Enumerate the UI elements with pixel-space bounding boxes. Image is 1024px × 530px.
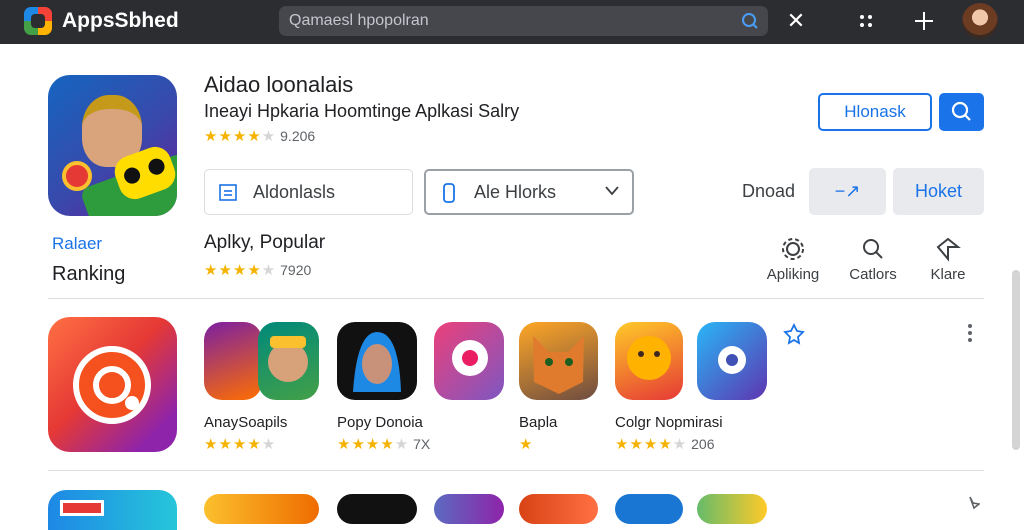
app-name: Colgr Nopmirasi <box>615 414 723 431</box>
install-button[interactable]: Hlonask <box>818 93 932 131</box>
app-icon-large[interactable] <box>48 317 177 452</box>
popular-title: Aplky, Popular <box>204 232 326 253</box>
featured-app-title: Aidao loonalais <box>204 72 354 97</box>
divider <box>48 470 984 471</box>
rating-value: 9.206 <box>280 128 316 144</box>
app-logo-icon[interactable] <box>24 7 52 35</box>
action-settings[interactable]: Apliking <box>758 236 828 283</box>
app-icon-row2-4[interactable] <box>519 494 598 524</box>
star-rating-icon: ★ <box>519 436 534 453</box>
action-label: Catlors <box>849 266 897 283</box>
app-title: AppsSbhed <box>62 9 179 32</box>
document-icon <box>219 184 237 201</box>
apps-grid-icon[interactable] <box>853 8 879 34</box>
featured-rating: ★★★★★ 9.206 <box>204 127 315 145</box>
badge-icon[interactable] <box>783 323 805 345</box>
app-rating: ★ <box>519 435 533 453</box>
phone-icon <box>443 183 455 203</box>
settings-icon <box>782 238 804 260</box>
rating-value: 7920 <box>280 262 312 278</box>
app-icon-row2-5[interactable] <box>615 494 683 524</box>
star-rating-icon: ★★★★★ <box>204 262 277 279</box>
app-icon-row2-2[interactable] <box>337 494 417 524</box>
app-icon-2[interactable] <box>337 322 417 400</box>
hoket-button[interactable]: Hoket <box>893 168 984 215</box>
star-rating-icon: ★★★★★ <box>204 128 277 145</box>
scrollbar[interactable] <box>1012 270 1020 450</box>
close-icon[interactable]: ✕ <box>783 8 809 34</box>
works-dropdown-label: Ale Hlorks <box>474 182 557 202</box>
search-placeholder: Qamaesl hpopolran <box>289 12 429 29</box>
sidebar-label-ranking[interactable]: Ranking <box>52 263 125 286</box>
app-name: Popy Donoia <box>337 414 423 431</box>
add-icon[interactable] <box>911 8 937 34</box>
featured-app-icon[interactable] <box>48 75 177 216</box>
app-icon-5b[interactable] <box>697 322 767 400</box>
app-icon-4[interactable] <box>519 322 598 400</box>
action-label: Apliking <box>766 266 820 283</box>
app-name: Bapla <box>519 414 558 431</box>
search-input[interactable]: Qamaesl hpopolran <box>279 6 768 36</box>
chevron-down-icon <box>605 186 619 196</box>
star-rating-icon: ★★★★★ <box>204 436 277 453</box>
action-label: Klare <box>930 266 966 283</box>
app-icon-row2-large[interactable] <box>48 490 177 530</box>
action-share[interactable]: Klare <box>913 236 983 283</box>
search-button[interactable] <box>939 93 984 131</box>
app-rating: ★★★★★ <box>204 435 276 453</box>
divider <box>48 298 984 299</box>
star-rating-icon: ★★★★★ <box>337 436 410 453</box>
popular-rating: ★★★★★ 7920 <box>204 261 311 279</box>
app-icon-1a[interactable] <box>204 322 262 400</box>
sidebar-label-top[interactable]: Ralaer <box>52 234 102 254</box>
app-icon-1b[interactable] <box>258 322 319 400</box>
works-dropdown[interactable]: Ale Hlorks <box>424 169 634 215</box>
share-icon <box>936 237 961 262</box>
app-name: AnaySoapils <box>204 414 288 431</box>
action-search[interactable]: Catlors <box>838 236 908 283</box>
search-icon[interactable] <box>740 11 760 31</box>
rating-value: 206 <box>691 436 715 452</box>
featured-app-subtitle: Ineayi Hpkaria Hoomtinge Aplkasi Salry <box>204 101 520 121</box>
star-rating-icon: ★★★★★ <box>615 436 688 453</box>
user-avatar[interactable] <box>962 3 998 39</box>
download-label: Dnoad <box>742 181 796 201</box>
app-icon-row2-1[interactable] <box>204 494 319 524</box>
app-rating: ★★★★★ 7X <box>337 435 430 453</box>
more-options-icon[interactable] <box>966 322 974 344</box>
top-bar: AppsSbhed Qamaesl hpopolran ✕ <box>0 0 1024 44</box>
app-rating: ★★★★★ 206 <box>615 435 715 453</box>
star-outline-icon[interactable] <box>960 496 980 512</box>
search-icon <box>863 239 883 259</box>
app-icon-5a[interactable] <box>615 322 683 400</box>
app-icon-row2-3[interactable] <box>434 494 504 524</box>
app-icon-row2-6[interactable] <box>697 494 767 524</box>
share-pill-button[interactable]: −↗ <box>809 168 886 215</box>
search-icon <box>951 101 971 121</box>
download-field[interactable]: Aldonlasls <box>204 169 413 215</box>
download-field-label: Aldonlasls <box>253 182 336 202</box>
rating-value: 7X <box>413 436 431 452</box>
app-icon-3[interactable] <box>434 322 504 400</box>
